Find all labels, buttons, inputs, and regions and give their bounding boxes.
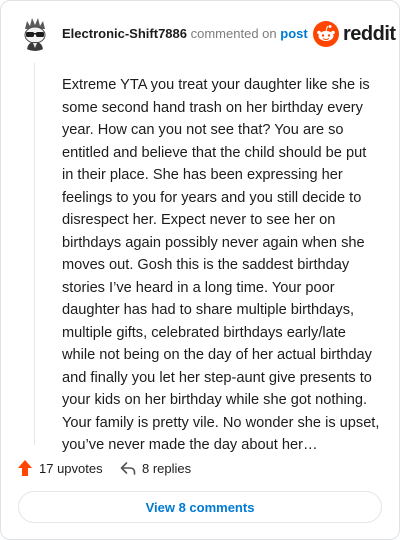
reddit-wordmark: reddit [343,23,396,45]
comment-header: Electronic-Shift7886 commented on post r… [1,1,399,67]
username-link[interactable]: Electronic-Shift7886 [62,26,187,41]
upvote-arrow-icon [18,460,32,476]
reddit-snoo-icon [313,21,339,47]
comment-card: Electronic-Shift7886 commented on post r… [0,0,400,540]
action-text: commented on [190,26,277,41]
comment-meta: Electronic-Shift7886 commented on post [62,26,308,42]
reply-arrow-icon [120,462,136,475]
post-link[interactable]: post [280,26,307,41]
comment-actions: 17 upvotes 8 replies [17,456,387,480]
reddit-logo[interactable]: reddit [313,21,396,47]
view-comments-button[interactable]: View 8 comments [18,491,382,523]
user-avatar[interactable] [17,15,53,51]
upvote-button[interactable]: 17 upvotes [17,456,103,480]
upvote-count: 17 upvotes [39,460,103,476]
comment-body: Extreme YTA you treat your daughter like… [62,77,380,453]
thread-line [34,63,35,445]
replies-button[interactable]: 8 replies [120,456,191,480]
replies-count: 8 replies [142,460,192,476]
snoo-avatar-icon [17,15,53,51]
